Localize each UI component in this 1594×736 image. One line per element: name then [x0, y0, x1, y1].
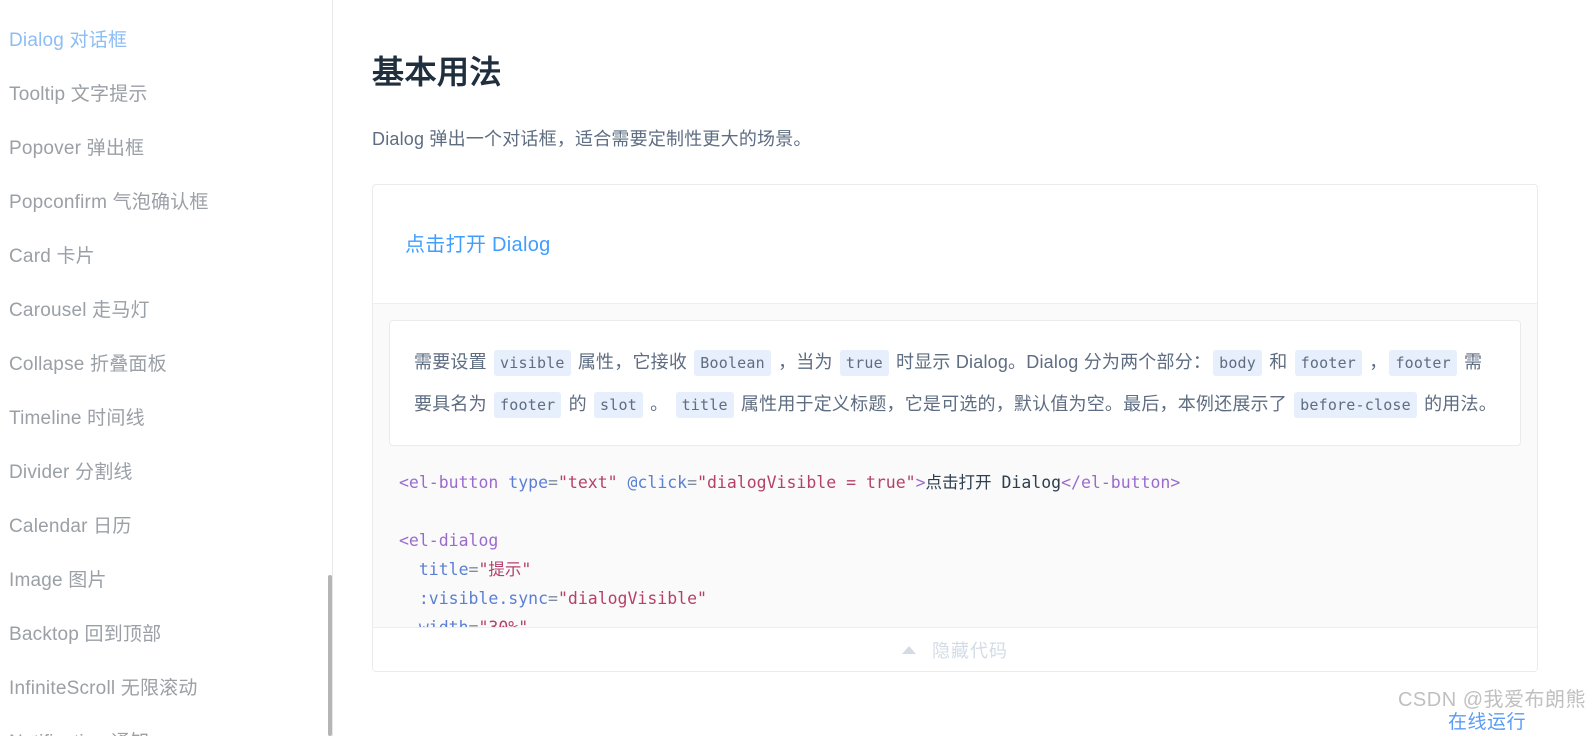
- sidebar-scrollbar-thumb[interactable]: [328, 575, 332, 736]
- code-token: :visible.sync: [418, 589, 549, 608]
- inline-code-chip: visible: [494, 350, 571, 377]
- sidebar-item-10[interactable]: Image 图片: [0, 554, 333, 608]
- sidebar-item-5[interactable]: Carousel 走马灯: [0, 284, 333, 338]
- code-token: =: [687, 473, 698, 492]
- open-dialog-button[interactable]: 点击打开 Dialog: [405, 233, 551, 257]
- inline-code-chip: body: [1213, 350, 1263, 377]
- demo-preview-area: 点击打开 Dialog: [373, 185, 1537, 303]
- sidebar-item-11[interactable]: Backtop 回到顶部: [0, 608, 333, 662]
- sidebar-item-3[interactable]: Popconfirm 气泡确认框: [0, 176, 333, 230]
- inline-code-chip: title: [675, 392, 734, 419]
- inline-code-chip: footer: [494, 392, 562, 419]
- page-description: Dialog 弹出一个对话框，适合需要定制性更大的场景。: [372, 129, 812, 149]
- code-token: =: [468, 560, 479, 579]
- inline-code-chip: Boolean: [694, 350, 771, 377]
- code-token: "提示": [478, 560, 532, 579]
- code-token: =: [548, 589, 558, 608]
- code-token: "dialogVisible": [557, 589, 707, 608]
- caret-up-icon: [902, 645, 916, 654]
- sidebar-item-2[interactable]: Popover 弹出框: [0, 122, 333, 176]
- sidebar-item-0[interactable]: Dialog 对话框: [0, 14, 333, 68]
- inline-code-chip: footer: [1294, 350, 1363, 377]
- sidebar-nav-list: Dialog 对话框 Tooltip 文字提示 Popover 弹出框 Popconf…: [0, 14, 333, 736]
- demo-meta-area: 需要设置 visible 属性，它接收 Boolean ，当为 true 时显示…: [373, 303, 1537, 671]
- code-token: "dialogVisible = true": [697, 473, 916, 492]
- inline-code-chip: before-close: [1294, 392, 1417, 419]
- inline-code-chip: footer: [1389, 350, 1457, 377]
- code-token: >: [915, 473, 926, 492]
- inline-code-chip: true: [839, 350, 889, 377]
- code-token: </el-button>: [1061, 473, 1181, 492]
- code-token: <el-dialog: [399, 531, 499, 550]
- component-sidebar: Dialog 对话框 Tooltip 文字提示 Popover 弹出框 Popconf…: [0, 0, 333, 736]
- sidebar-item-6[interactable]: Collapse 折叠面板: [0, 338, 333, 392]
- code-token: <el-button: [399, 473, 499, 492]
- sidebar-item-13[interactable]: Notification 通知: [0, 716, 333, 736]
- demo-description: 需要设置 visible 属性，它接收 Boolean ，当为 true 时显示…: [389, 320, 1521, 446]
- documentation-page: Dialog 对话框 Tooltip 文字提示 Popover 弹出框 Popconf…: [0, 0, 1594, 736]
- sidebar-item-1[interactable]: Tooltip 文字提示: [0, 68, 333, 122]
- sidebar-item-12[interactable]: InfiniteScroll 无限滚动: [0, 662, 333, 716]
- sidebar-item-4[interactable]: Card 卡片: [0, 230, 333, 284]
- page-title: 基本用法: [372, 54, 503, 90]
- inline-code-chip: slot: [594, 392, 643, 419]
- sidebar-item-9[interactable]: Calendar 日历: [0, 500, 333, 554]
- code-token: type: [508, 473, 549, 492]
- main-content: 基本用法 Dialog 弹出一个对话框，适合需要定制性更大的场景。 点击打开 D…: [333, 0, 1594, 736]
- code-token: "text": [557, 473, 618, 492]
- demo-block: 点击打开 Dialog 需要设置 visible 属性，它接收 Boolean …: [372, 184, 1538, 672]
- sidebar-item-7[interactable]: Timeline 时间线: [0, 392, 333, 446]
- run-online-link[interactable]: 在线运行: [1448, 707, 1526, 734]
- sidebar-item-8[interactable]: Divider 分割线: [0, 446, 333, 500]
- code-token: =: [548, 473, 558, 492]
- code-token: @click: [627, 473, 688, 492]
- toggle-code-button[interactable]: 隐藏代码: [373, 627, 1537, 671]
- toggle-code-label: 隐藏代码: [932, 640, 1008, 661]
- code-token: title: [418, 560, 469, 579]
- code-token: 点击打开 Dialog: [925, 473, 1062, 492]
